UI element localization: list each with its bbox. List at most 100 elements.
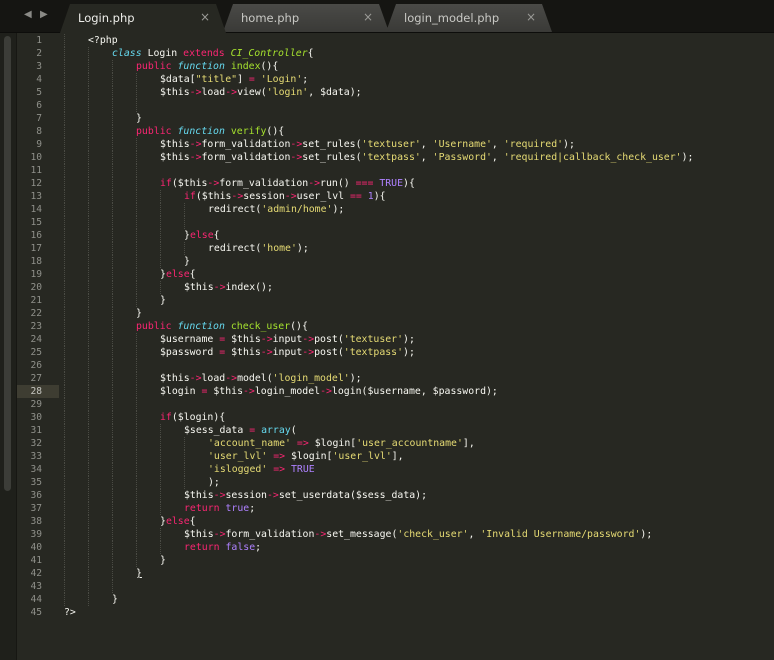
code-line[interactable]: }: [64, 255, 693, 268]
indent-guide: [112, 307, 136, 320]
code-line[interactable]: $this->form_validation->set_message('che…: [64, 528, 693, 541]
code-line[interactable]: public function check_user(){: [64, 320, 693, 333]
code-line[interactable]: }: [64, 294, 693, 307]
indent-guide: [112, 138, 136, 151]
code-line[interactable]: $this->load->view('login', $data);: [64, 86, 693, 99]
code-line[interactable]: [64, 580, 693, 593]
code-line[interactable]: }else{: [64, 268, 693, 281]
code-line[interactable]: <?php: [64, 34, 693, 47]
code-text: }: [112, 594, 118, 605]
code-line[interactable]: if($this->session->user_lvl == 1){: [64, 190, 693, 203]
code-line[interactable]: [64, 216, 693, 229]
indent-guide: [88, 580, 112, 593]
code-line[interactable]: public function index(){: [64, 60, 693, 73]
code-text: $this->load->view('login', $data);: [160, 87, 362, 98]
code-text: }: [184, 256, 190, 267]
close-icon[interactable]: ×: [363, 10, 373, 24]
back-arrow-icon[interactable]: ◀: [24, 9, 32, 20]
indent-guide: [88, 125, 112, 138]
tab-label: home.php: [241, 11, 300, 25]
tab-login-php[interactable]: Login.php ×: [60, 4, 226, 33]
line-number: 21: [30, 295, 42, 306]
indent-guide: [112, 281, 136, 294]
line-number: 24: [30, 334, 42, 345]
indent-guide: [64, 138, 88, 151]
indent-guide: [136, 437, 160, 450]
code-line[interactable]: $this->load->model('login_model');: [64, 372, 693, 385]
indent-guide: [184, 242, 208, 255]
indent-guide: [136, 463, 160, 476]
indent-guide: [112, 190, 136, 203]
indent-guide: [112, 242, 136, 255]
code-line[interactable]: public function verify(){: [64, 125, 693, 138]
scrollbar-thumb[interactable]: [4, 36, 11, 491]
line-number: 43: [30, 581, 42, 592]
code-line[interactable]: if($this->form_validation->run() === TRU…: [64, 177, 693, 190]
indent-guide: [112, 567, 136, 580]
code-line[interactable]: $this->index();: [64, 281, 693, 294]
indent-guide: [64, 424, 88, 437]
code-text: public function verify(){: [136, 126, 285, 137]
code-line[interactable]: 'account_name' => $login['user_accountna…: [64, 437, 693, 450]
code-line[interactable]: }: [64, 593, 693, 606]
indent-guide: [160, 541, 184, 554]
code-line[interactable]: [64, 164, 693, 177]
code-text: if($login){: [160, 412, 226, 423]
code-line[interactable]: $username = $this->input->post('textuser…: [64, 333, 693, 346]
line-number: 15: [30, 217, 42, 228]
code-line[interactable]: [64, 398, 693, 411]
code-text: class Login extends CI_Controller{: [112, 48, 314, 59]
code-line[interactable]: $this->form_validation->set_rules('textu…: [64, 138, 693, 151]
code-line[interactable]: }else{: [64, 229, 693, 242]
forward-arrow-icon[interactable]: ▶: [40, 9, 48, 20]
code-line[interactable]: [64, 359, 693, 372]
indent-guide: [88, 268, 112, 281]
indent-guide: [88, 398, 112, 411]
code-line[interactable]: $this->session->set_userdata($sess_data)…: [64, 489, 693, 502]
indent-guide: [136, 255, 160, 268]
indent-guide: [64, 476, 88, 489]
code-text: $this->load->model('login_model');: [160, 373, 362, 384]
code-line[interactable]: $password = $this->input->post('textpass…: [64, 346, 693, 359]
code-line[interactable]: }: [64, 112, 693, 125]
indent-guide: [88, 307, 112, 320]
code-line[interactable]: redirect('home');: [64, 242, 693, 255]
indent-guide: [88, 216, 112, 229]
indent-guide: [64, 294, 88, 307]
line-number: 11: [30, 165, 42, 176]
indent-guide: [136, 164, 160, 177]
code-line[interactable]: }: [64, 554, 693, 567]
code-line[interactable]: }else{: [64, 515, 693, 528]
code-line[interactable]: }: [64, 307, 693, 320]
tab-login-model-php[interactable]: login_model.php ×: [386, 4, 552, 32]
code-line[interactable]: );: [64, 476, 693, 489]
indent-guide: [112, 99, 136, 112]
code-line[interactable]: $sess_data = array(: [64, 424, 693, 437]
code-line[interactable]: 'islogged' => TRUE: [64, 463, 693, 476]
code-line[interactable]: class Login extends CI_Controller{: [64, 47, 693, 60]
indent-guide: [112, 372, 136, 385]
indent-guide: [112, 385, 136, 398]
code-line[interactable]: $data["title"] = 'Login';: [64, 73, 693, 86]
code-line[interactable]: $this->form_validation->set_rules('textp…: [64, 151, 693, 164]
tab-home-php[interactable]: home.php ×: [223, 4, 389, 32]
code-line[interactable]: [64, 99, 693, 112]
code-line[interactable]: 'user_lvl' => $login['user_lvl'],: [64, 450, 693, 463]
indent-guide: [64, 580, 88, 593]
indent-guide: [88, 281, 112, 294]
code-line[interactable]: redirect('admin/home');: [64, 203, 693, 216]
close-icon[interactable]: ×: [200, 10, 210, 24]
indent-guide: [160, 255, 184, 268]
code-line[interactable]: $login = $this->login_model->login($user…: [64, 385, 693, 398]
indent-guide: [136, 99, 160, 112]
code-line[interactable]: return false;: [64, 541, 693, 554]
close-icon[interactable]: ×: [526, 10, 536, 24]
code-line[interactable]: if($login){: [64, 411, 693, 424]
code-editor[interactable]: <?php class Login extends CI_Controller{p…: [64, 34, 693, 619]
code-text: $login = $this->login_model->login($user…: [160, 386, 498, 397]
indent-guide: [88, 86, 112, 99]
code-line[interactable]: return true;: [64, 502, 693, 515]
code-line[interactable]: ?>: [64, 606, 693, 619]
code-line[interactable]: }: [64, 567, 693, 580]
indent-guide: [64, 593, 88, 606]
